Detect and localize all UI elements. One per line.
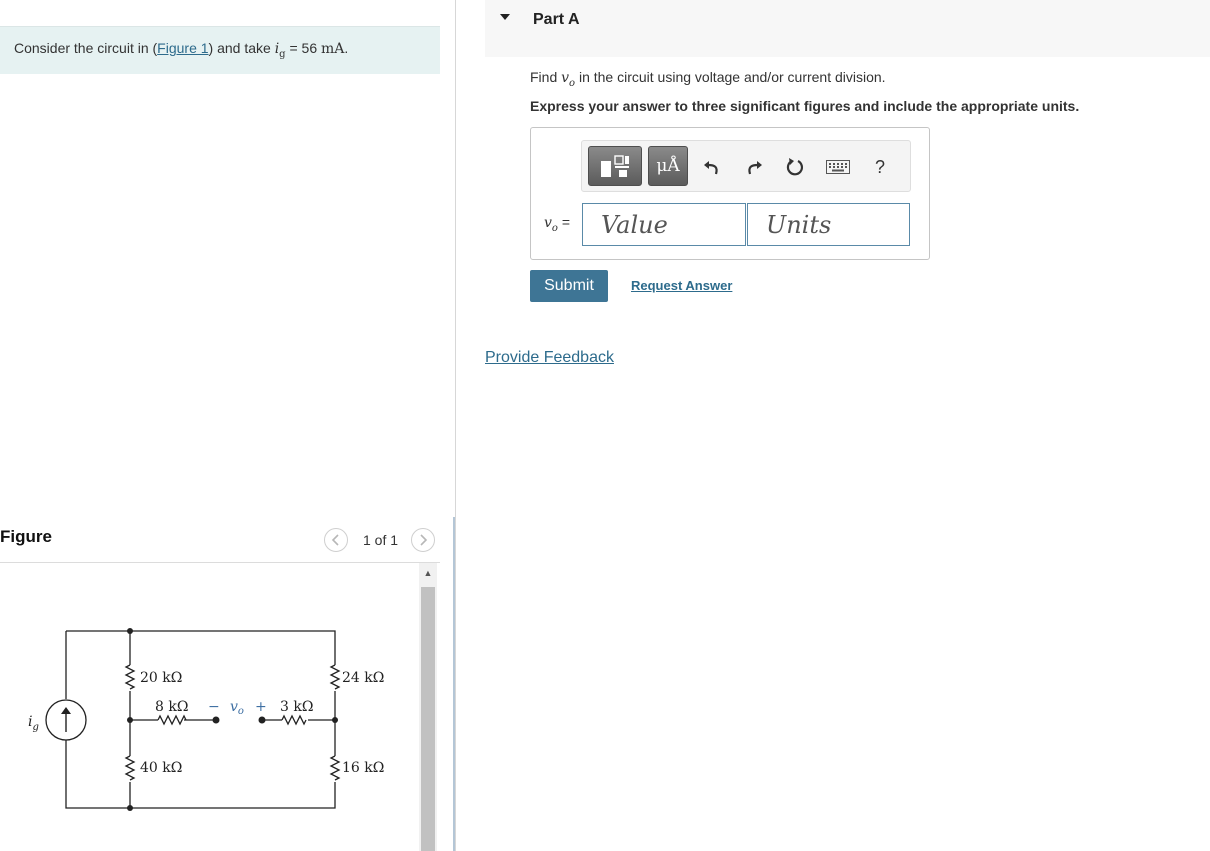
problem-text-prefix: Consider the circuit in ( — [14, 40, 158, 56]
previous-figure-button[interactable] — [324, 528, 348, 552]
column-divider — [455, 0, 456, 851]
figure-counter: 1 of 1 — [363, 532, 399, 548]
part-a-title[interactable]: Part A — [533, 11, 580, 29]
question-vo-symbol: v — [561, 70, 570, 86]
instruction-text: Express your answer to three significant… — [530, 98, 1080, 114]
templates-button[interactable] — [588, 146, 642, 186]
resistor-16k — [329, 755, 341, 781]
redo-icon — [748, 161, 762, 175]
label-vo-minus: − — [208, 699, 220, 715]
help-button[interactable]: ? — [866, 153, 894, 181]
redo-button[interactable] — [740, 153, 768, 181]
resistor-8k — [157, 714, 187, 726]
scroll-up-arrow-icon[interactable]: ▲ — [419, 563, 437, 583]
undo-icon — [704, 161, 718, 175]
question-prefix: Find — [530, 69, 562, 85]
problem-statement-box: Consider the circuit in (Figure 1) and t… — [0, 26, 440, 74]
answer-vo-symbol: v — [544, 215, 552, 231]
keyboard-icon — [826, 160, 850, 174]
circuit-wires — [65, 630, 336, 809]
units-input[interactable] — [747, 203, 910, 246]
current-source — [45, 699, 87, 741]
column-divider-accent — [453, 517, 455, 851]
reset-icon — [786, 158, 803, 176]
figure-scrollbar-thumb[interactable] — [421, 587, 435, 851]
resistor-40k — [124, 755, 136, 781]
resistor-24k — [329, 664, 341, 690]
part-a-header[interactable] — [485, 0, 1210, 57]
resistor-20k — [124, 664, 136, 690]
problem-equals: = 56 — [285, 40, 321, 56]
label-vo-plus: + — [255, 699, 267, 715]
label-r-40k: 40 kΩ — [140, 760, 182, 776]
templates-icon — [601, 155, 629, 177]
problem-text-middle: ) and take — [208, 40, 275, 56]
chevron-right-icon — [420, 534, 428, 546]
submit-button[interactable]: Submit — [530, 270, 608, 302]
label-ig: ig — [28, 714, 39, 733]
question-suffix: in the circuit using voltage and/or curr… — [575, 69, 886, 85]
caret-down-icon[interactable] — [500, 12, 510, 24]
ig-unit: mA — [321, 41, 345, 57]
resistor-3k — [281, 714, 307, 726]
label-r-3k: 3 kΩ — [280, 699, 313, 715]
label-vo: vo — [230, 699, 244, 717]
label-r-8k: 8 kΩ — [155, 699, 188, 715]
units-tool-button[interactable]: μÅ — [648, 146, 688, 186]
reset-button[interactable] — [781, 153, 809, 181]
value-input[interactable] — [582, 203, 746, 246]
keyboard-button[interactable] — [823, 153, 853, 181]
label-r-16k: 16 kΩ — [342, 760, 384, 776]
label-r-24k: 24 kΩ — [342, 670, 384, 686]
next-figure-button[interactable] — [411, 528, 435, 552]
undo-button[interactable] — [698, 153, 726, 181]
figure-divider — [0, 562, 440, 563]
question-text: Find vo in the circuit using voltage and… — [530, 69, 886, 89]
chevron-left-icon — [331, 534, 339, 546]
answer-equals: = — [557, 214, 571, 230]
problem-statement: Consider the circuit in (Figure 1) and t… — [14, 40, 348, 60]
request-answer-link[interactable]: Request Answer — [631, 278, 732, 293]
label-r-20k: 20 kΩ — [140, 670, 182, 686]
figure-1-link[interactable]: Figure 1 — [157, 40, 208, 56]
provide-feedback-link[interactable]: Provide Feedback — [485, 349, 614, 367]
figure-title: Figure — [0, 527, 52, 546]
circuit-diagram: 20 kΩ 40 kΩ 24 kΩ 16 kΩ 8 kΩ 3 kΩ − vo +… — [28, 628, 384, 811]
problem-text-suffix: . — [344, 40, 349, 56]
answer-label: vo = — [544, 214, 570, 234]
